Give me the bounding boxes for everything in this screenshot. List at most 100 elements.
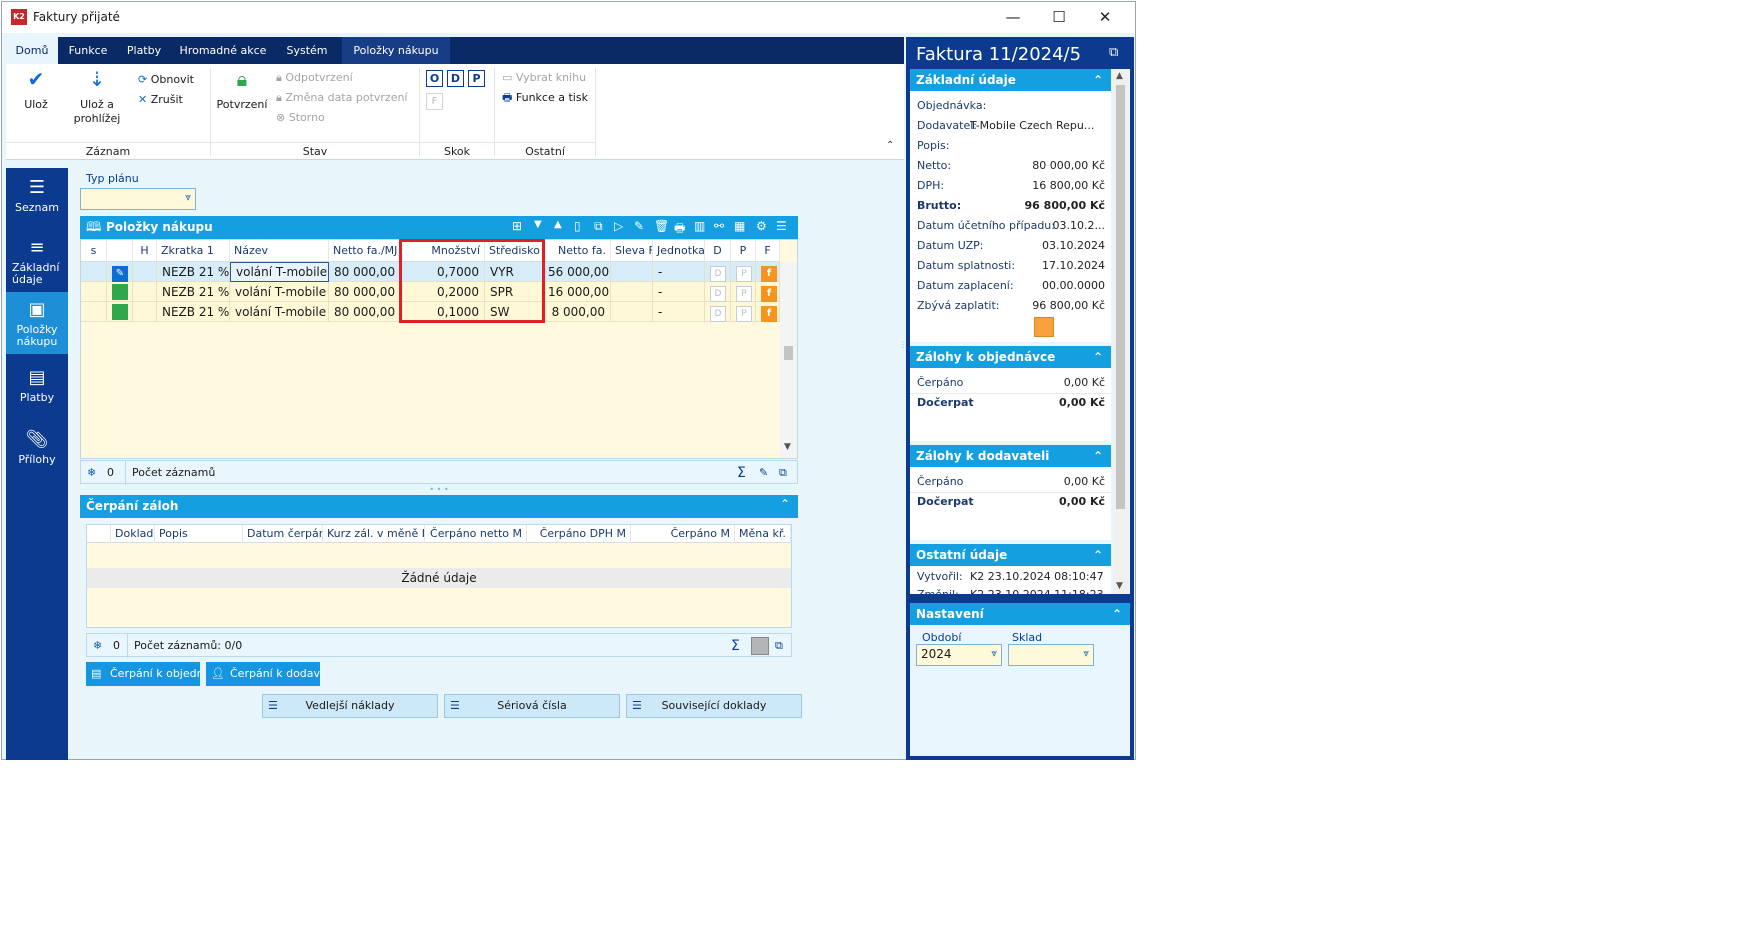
col-datum-cerpani[interactable]: Datum čerpání [243,525,323,543]
col-doklad[interactable]: Doklad [111,525,155,543]
collapse-icon[interactable]: ⌃ [1112,603,1122,625]
collapse-ribbon-icon[interactable]: ⌃ [886,140,894,151]
jump-d-button[interactable]: D [447,70,464,87]
storno-button[interactable]: ⊗ Storno [276,108,325,128]
col-popis[interactable]: Popis [155,525,243,543]
copy-icon[interactable]: ⧉ [594,219,603,234]
scrollbar-thumb[interactable] [784,346,793,360]
col-f[interactable]: F [756,240,780,262]
f-badge[interactable]: f [761,306,777,322]
col-mena[interactable]: Měna kř. [735,525,791,543]
collapse-icon[interactable]: ⌃ [1093,445,1103,467]
scroll-up-icon[interactable]: ▲ [1116,71,1123,81]
save-button[interactable]: ✔ Ulož [12,69,60,112]
tab-funkce[interactable]: Funkce [62,37,114,64]
tab-domu[interactable]: Domů [6,37,58,64]
col-jednotka[interactable]: Jednotka [653,240,705,262]
nav-item-seznam[interactable]: ☰ Seznam [6,168,68,228]
f-badge[interactable]: f [761,266,777,282]
col-cerpano-m[interactable]: Čerpáno M [631,525,735,543]
col-cerpano-netto[interactable]: Čerpáno netto M [425,525,527,543]
chart-icon[interactable]: ▥ [694,219,705,233]
change-confirm-date-button[interactable]: 🔒︎ Změna data potvrzení [276,88,408,108]
typ-planu-select[interactable]: ⩔ [80,188,196,210]
section-nastaveni[interactable]: Nastavení ⌃ [910,603,1130,625]
cancel-button[interactable]: ✕ Zrušit [138,90,183,110]
p-badge[interactable]: P [736,306,752,322]
sklad-select[interactable]: ⩔ [1008,644,1094,666]
seriova-cisla-button[interactable]: ☰ Sériová čísla [444,694,620,718]
new-document-icon[interactable]: ▯ [574,219,581,233]
col-h[interactable]: H [133,240,157,262]
collapse-icon[interactable]: ⌃ [780,497,790,511]
move-up-icon[interactable]: ▲ [554,219,562,230]
right-panel-scrollbar[interactable]: ▲ ▼ [1113,69,1128,594]
unconfirm-button[interactable]: 🔒︎ Odpotvrzení [276,68,353,88]
columns-icon[interactable]: ▦ [734,219,745,233]
sum-icon[interactable]: Σ [737,461,746,485]
f-badge[interactable]: f [761,286,777,302]
tab-system[interactable]: Systém [276,37,338,64]
trash-icon[interactable]: 🗑︎ [654,219,669,233]
nav-item-zakladni-udaje[interactable]: ≡ Základní údaje [6,230,68,290]
col-cerpano-dph[interactable]: Čerpáno DPH M [527,525,631,543]
jump-p-button[interactable]: P [468,70,485,87]
nav-item-platby[interactable]: ▤ Platby [6,358,68,418]
section-zakladni-udaje[interactable]: Základní údaje ⌃ [910,69,1111,91]
gear-icon[interactable]: ⚙ [756,219,767,233]
col-kurz[interactable]: Kurz zál. v měně F [323,525,425,543]
scroll-down-icon[interactable]: ▼ [1116,581,1123,591]
collapse-icon[interactable]: ⌃ [1093,69,1103,91]
section-zalohy-dodavatel[interactable]: Zálohy k dodavateli ⌃ [910,445,1111,467]
section-zalohy-objednavka[interactable]: Zálohy k objednávce ⌃ [910,346,1111,368]
nav-item-prilohy[interactable]: 📎︎ Přílohy [6,420,68,480]
refresh-button[interactable]: ⟳ Obnovit [138,70,194,90]
scrollbar-thumb[interactable] [1116,85,1125,509]
p-badge[interactable]: P [736,286,752,302]
p-badge[interactable]: P [736,266,752,282]
pencil-icon[interactable]: ✎ [634,219,644,233]
row-nazev[interactable]: volání T-mobile [230,262,329,282]
souvisejici-doklady-button[interactable]: ☰ Související doklady [626,694,802,718]
splitter-handle[interactable]: • • • [80,486,798,494]
tab-polozky-nakupu[interactable]: Položky nákupu [342,37,450,64]
panel-splitter-handle[interactable]: ⋮ [899,341,907,362]
scroll-down-icon[interactable]: ▼ [784,442,791,452]
confirm-button[interactable]: 🔒︎ Potvrzení [214,69,270,112]
d-badge[interactable]: D [710,306,726,322]
col-nazev[interactable]: Název [230,240,329,262]
tree-icon[interactable]: ⊞ [512,219,522,233]
col-zkratka[interactable]: Zkratka 1 [157,240,230,262]
minimize-icon[interactable]: — [990,2,1036,33]
choose-book-button[interactable]: ▭ Vybrat knihu [502,68,586,88]
nav-item-polozky-nakupu[interactable]: ▣ Položky nákupu [6,292,68,354]
add-window-icon[interactable]: ⧉ [779,461,787,485]
sum-icon[interactable]: Σ [731,634,740,658]
cerpani-dodavatel-button[interactable]: 👤︎ Čerpání k dodava... [206,662,320,686]
jump-o-button[interactable]: O [426,70,443,87]
tab-platby[interactable]: Platby [118,37,170,64]
col-netto-fa[interactable]: Netto fa. [543,240,611,262]
cerpani-objednavka-button[interactable]: ▤ Čerpání k objedná... [86,662,200,686]
snowflake-icon[interactable]: ❄ [93,634,102,658]
dropdown-arrow-icon[interactable]: ▼ [534,219,542,230]
close-icon[interactable]: ✕ [1082,2,1128,33]
obdobi-select[interactable]: 2024 ⩔ [916,644,1002,666]
network-icon[interactable]: ⚯ [714,219,724,233]
printer-icon[interactable]: 🖶 [674,219,685,240]
jump-f-button[interactable]: F [426,93,443,110]
col-d[interactable]: D [705,240,731,262]
popout-icon[interactable]: ⧉ [1109,45,1118,60]
d-badge[interactable]: D [710,286,726,302]
edit-icon[interactable]: ✎ [759,461,768,485]
add-window-icon[interactable]: ⧉ [775,634,783,658]
collapse-icon[interactable]: ⌃ [1093,346,1103,368]
d-badge[interactable]: D [710,266,726,282]
col-s[interactable]: s [81,240,107,262]
section-ostatni-udaje[interactable]: Ostatní údaje ⌃ [910,544,1111,566]
save-and-view-button[interactable]: ⇣ Ulož a prohlížej [66,69,128,126]
tab-hromadne-akce[interactable]: Hromadné akce [174,37,272,64]
maximize-icon[interactable]: ☐ [1036,2,1082,33]
menu-icon[interactable]: ☰ [776,219,787,233]
items-scrollbar[interactable]: ▼ [780,262,797,458]
